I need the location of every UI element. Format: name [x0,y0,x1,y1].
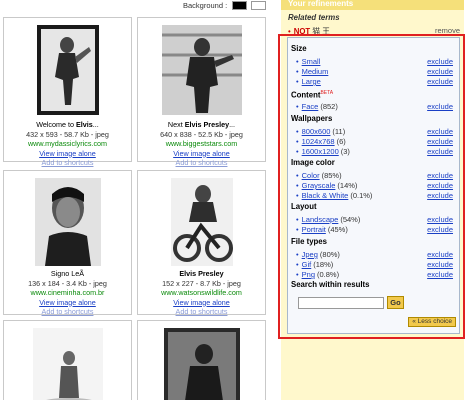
panel-title: Your refinements [288,0,354,8]
result-url: www.cineminha.com.br [30,288,105,297]
result-card: Elvis Presley 152 x 227 - 8.7 Kb - jpeg … [137,170,266,317]
result-url: www.mydassiclyrics.com [27,139,108,148]
result-info: 136 x 184 - 3.4 Kb - jpeg [28,278,107,288]
related-terms-label: Related terms [288,13,340,22]
add-to-shortcuts-link[interactable]: Add to shortcuts [4,158,131,168]
highlight-box [278,34,465,339]
add-to-shortcuts-link[interactable]: Add to shortcuts [4,307,131,317]
result-info: 640 x 838 - 52.5 Kb - jpeg [160,129,243,139]
view-image-alone-link[interactable]: View image alone [4,149,131,159]
result-title: Elvis Presley [179,269,224,278]
background-black-swatch[interactable] [232,1,248,10]
background-selector: Background : [183,1,270,10]
result-thumbnail[interactable] [170,178,233,266]
result-card: Welcome to Elvis... 432 x 593 - 58.7 Kb … [3,17,132,167]
result-title: Welcome to Elvis... [36,120,99,129]
background-white-swatch[interactable] [251,1,267,10]
view-image-alone-link[interactable]: View image alone [138,298,265,308]
result-thumbnail[interactable] [36,25,99,115]
result-thumbnail[interactable] [32,328,103,400]
result-thumbnail[interactable] [161,25,242,115]
panel-header: Your refinements [281,0,464,10]
background-label: Background : [183,1,228,10]
result-title: Next Elvis Presley... [167,120,236,129]
result-thumbnail[interactable] [34,178,101,266]
add-to-shortcuts-link[interactable]: Add to shortcuts [138,307,265,317]
result-info: 152 x 227 - 8.7 Kb - jpeg [162,278,241,288]
result-info: 432 x 593 - 58.7 Kb - jpeg [26,129,109,139]
result-url: www.watsonswildlife.com [161,288,242,297]
add-to-shortcuts-link[interactable]: Add to shortcuts [138,158,265,168]
result-card: Signo LeÃ 136 x 184 - 3.4 Kb - jpeg www.… [3,170,132,317]
result-card: Next Elvis Presley... 640 x 838 - 52.5 K… [137,17,266,167]
result-card [3,320,132,400]
result-title: Signo LeÃ [50,269,85,278]
view-image-alone-link[interactable]: View image alone [138,149,265,159]
result-url: www.biggeststars.com [165,139,238,148]
result-thumbnail[interactable] [163,328,240,400]
view-image-alone-link[interactable]: View image alone [4,298,131,308]
result-card [137,320,266,400]
